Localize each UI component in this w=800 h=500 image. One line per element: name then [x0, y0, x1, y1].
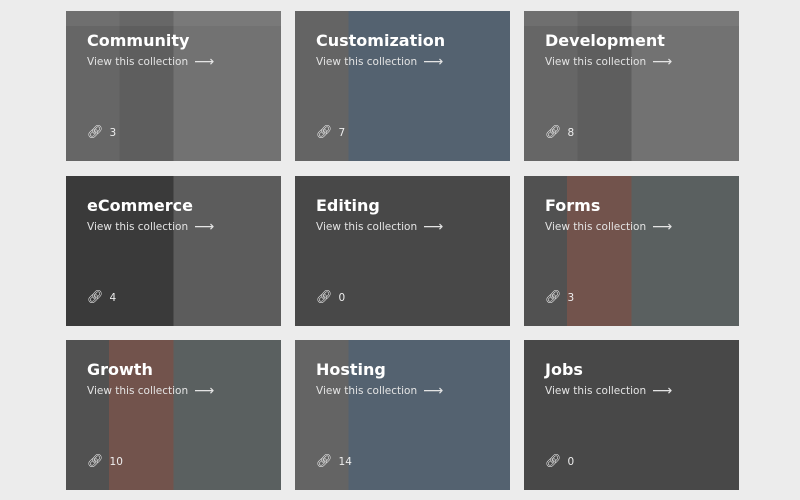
- link-count: 🔗︎ 3: [87, 125, 116, 140]
- arrow-right-icon: ⟶: [423, 54, 444, 70]
- link-icon: 🔗︎: [87, 290, 104, 305]
- view-collection-link[interactable]: View this collection ⟶: [87, 383, 215, 399]
- view-collection-link[interactable]: View this collection ⟶: [545, 219, 673, 235]
- collection-card-editing[interactable]: Editing View this collection ⟶ 🔗︎ 0: [295, 176, 510, 326]
- link-count-value: 7: [338, 126, 346, 139]
- link-icon: 🔗︎: [316, 454, 333, 469]
- arrow-right-icon: ⟶: [652, 219, 673, 235]
- view-collection-label: View this collection: [316, 385, 418, 397]
- link-icon: 🔗︎: [316, 290, 333, 305]
- collection-card-ecommerce[interactable]: eCommerce View this collection ⟶ 🔗︎ 4: [66, 176, 281, 326]
- collection-title: Community: [87, 31, 190, 50]
- link-count-value: 4: [109, 291, 117, 304]
- link-count-value: 8: [567, 126, 575, 139]
- view-collection-link[interactable]: View this collection ⟶: [545, 54, 673, 70]
- arrow-right-icon: ⟶: [652, 54, 673, 70]
- arrow-right-icon: ⟶: [194, 54, 215, 70]
- link-count-value: 3: [567, 291, 575, 304]
- link-count-value: 3: [109, 126, 117, 139]
- link-count-value: 0: [567, 455, 575, 468]
- view-collection-label: View this collection: [545, 221, 647, 233]
- arrow-right-icon: ⟶: [423, 383, 444, 399]
- view-collection-label: View this collection: [87, 56, 189, 68]
- link-count-value: 14: [338, 455, 352, 468]
- link-icon: 🔗︎: [545, 290, 562, 305]
- view-collection-link[interactable]: View this collection ⟶: [316, 383, 444, 399]
- link-count-value: 0: [338, 291, 346, 304]
- link-count: 🔗︎ 4: [87, 290, 116, 305]
- view-collection-link[interactable]: View this collection ⟶: [87, 219, 215, 235]
- link-count: 🔗︎ 10: [87, 454, 123, 469]
- view-collection-label: View this collection: [316, 56, 418, 68]
- arrow-right-icon: ⟶: [194, 219, 215, 235]
- link-count: 🔗︎ 8: [545, 125, 574, 140]
- collection-title: Development: [545, 31, 665, 50]
- collection-title: Jobs: [545, 360, 583, 379]
- collection-card-development[interactable]: Development View this collection ⟶ 🔗︎ 8: [524, 11, 739, 161]
- link-count: 🔗︎ 7: [316, 125, 345, 140]
- arrow-right-icon: ⟶: [423, 219, 444, 235]
- link-icon: 🔗︎: [316, 125, 333, 140]
- arrow-right-icon: ⟶: [652, 383, 673, 399]
- link-count: 🔗︎ 0: [545, 454, 574, 469]
- link-count: 🔗︎ 14: [316, 454, 352, 469]
- arrow-right-icon: ⟶: [194, 383, 215, 399]
- collection-card-hosting[interactable]: Hosting View this collection ⟶ 🔗︎ 14: [295, 340, 510, 490]
- view-collection-link[interactable]: View this collection ⟶: [545, 383, 673, 399]
- collection-title: Hosting: [316, 360, 386, 379]
- link-count: 🔗︎ 3: [545, 290, 574, 305]
- collection-title: Editing: [316, 196, 380, 215]
- view-collection-label: View this collection: [87, 385, 189, 397]
- collection-card-community[interactable]: Community View this collection ⟶ 🔗︎ 3: [66, 11, 281, 161]
- collection-card-customization[interactable]: Customization View this collection ⟶ 🔗︎ 7: [295, 11, 510, 161]
- link-icon: 🔗︎: [87, 125, 104, 140]
- link-icon: 🔗︎: [87, 454, 104, 469]
- view-collection-label: View this collection: [545, 56, 647, 68]
- collection-card-forms[interactable]: Forms View this collection ⟶ 🔗︎ 3: [524, 176, 739, 326]
- view-collection-label: View this collection: [545, 385, 647, 397]
- view-collection-label: View this collection: [316, 221, 418, 233]
- link-icon: 🔗︎: [545, 125, 562, 140]
- collection-title: Customization: [316, 31, 446, 50]
- view-collection-link[interactable]: View this collection ⟶: [316, 54, 444, 70]
- link-count: 🔗︎ 0: [316, 290, 345, 305]
- view-collection-label: View this collection: [87, 221, 189, 233]
- collection-title: Forms: [545, 196, 601, 215]
- collection-card-growth[interactable]: Growth View this collection ⟶ 🔗︎ 10: [66, 340, 281, 490]
- link-icon: 🔗︎: [545, 454, 562, 469]
- collection-title: eCommerce: [87, 196, 194, 215]
- view-collection-link[interactable]: View this collection ⟶: [316, 219, 444, 235]
- link-count-value: 10: [109, 455, 123, 468]
- collection-card-jobs[interactable]: Jobs View this collection ⟶ 🔗︎ 0: [524, 340, 739, 490]
- collection-title: Growth: [87, 360, 153, 379]
- view-collection-link[interactable]: View this collection ⟶: [87, 54, 215, 70]
